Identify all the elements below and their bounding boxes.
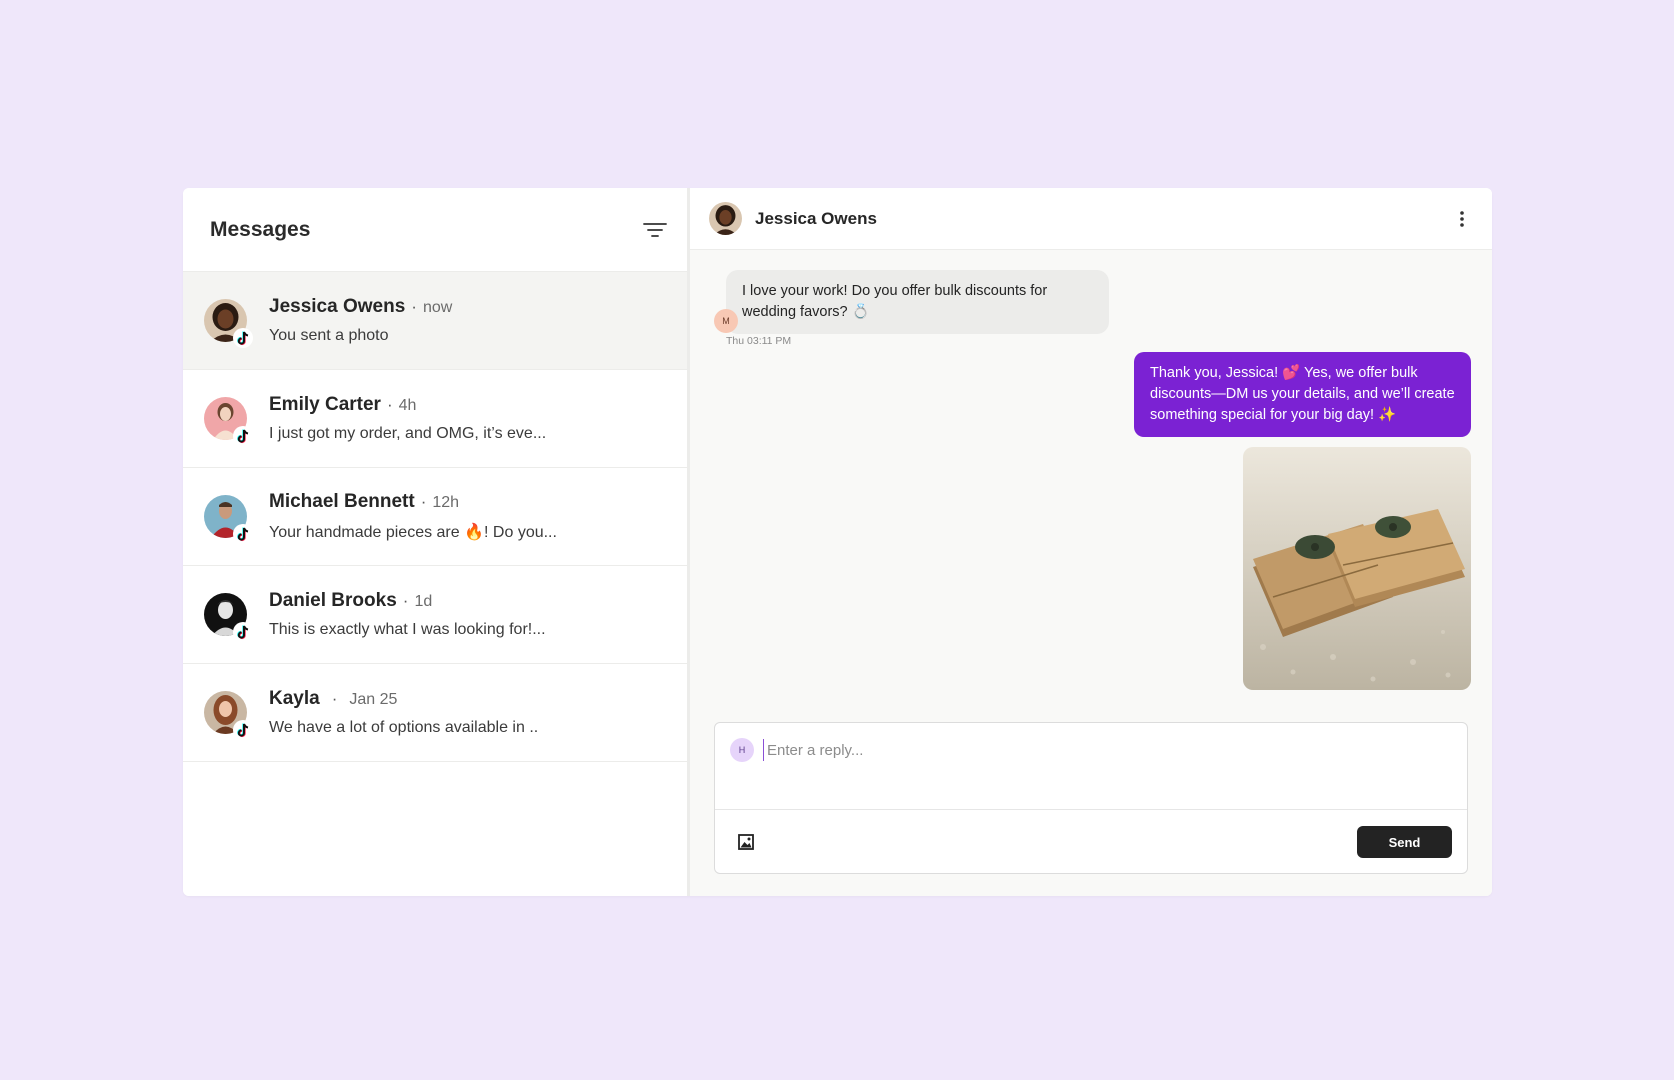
chat-header: Jessica Owens [690,188,1492,250]
conversation-item-jessica-owens[interactable]: Jessica Owens · now You sent a photo [183,272,687,370]
message-preview: This is exactly what I was looking for!.… [269,621,546,638]
separator-dot: · [386,395,393,414]
chat-contact-name: Jessica Owens [755,208,877,228]
outgoing-message: Thank you, Jessica! 💕 Yes, we offer bulk… [1134,352,1471,437]
avatar [709,202,742,235]
conversation-text: Michael Bennett · 12h Your handmade piec… [269,491,557,542]
separator-dot: · [420,492,427,511]
avatar [204,593,253,642]
tiktok-icon [233,720,253,740]
tiktok-icon [233,426,253,446]
message-timestamp: Thu 03:11 PM [726,335,792,347]
contact-name: Kayla [269,688,320,709]
contact-name: Michael Bennett [269,491,415,512]
filter-button[interactable] [642,220,668,240]
incoming-message: I love your work! Do you offer bulk disc… [726,270,1109,334]
contact-name: Daniel Brooks [269,590,397,611]
message-preview: I just got my order, and OMG, it’s eve..… [269,425,547,442]
send-button[interactable]: Send [1357,826,1452,858]
image-icon [738,834,754,850]
conversation-item-kayla[interactable]: Kayla · Jan 25 We have a lot of options … [183,664,687,762]
avatar [204,299,253,348]
page-title: Messages [210,217,311,241]
more-options-button[interactable] [1452,207,1472,231]
conversation-item-michael-bennett[interactable]: Michael Bennett · 12h Your handmade piec… [183,468,687,566]
sent-photo[interactable] [1243,447,1471,690]
separator-dot: · [331,689,338,708]
filter-icon [643,222,667,237]
avatar [204,495,253,544]
reply-input[interactable] [763,739,1443,761]
avatar [204,397,253,446]
message-preview: We have a lot of options available in .. [269,719,539,736]
avatar [204,691,253,740]
message-time: Jan 25 [349,691,398,708]
separator-dot: · [411,297,417,316]
tiktok-icon [233,328,253,348]
contact-name: Emily Carter [269,394,381,415]
contact-name: Jessica Owens [269,296,406,317]
avatar: H [730,738,754,762]
conversation-text: Jessica Owens · now You sent a photo [269,296,452,345]
attach-image-button[interactable] [737,833,755,851]
message-preview: Your handmade pieces are 🔥! Do you... [269,524,557,541]
tiktok-icon [233,524,253,544]
message-time: 12h [432,494,460,511]
conversation-text: Emily Carter · 4h I just got my order, a… [269,394,546,443]
chat-panel: Jessica Owens I love your work! Do you o… [690,188,1492,896]
avatar: M [714,309,738,333]
conversation-text: Daniel Brooks · 1d This is exactly what … [269,590,546,639]
more-vertical-icon [1460,210,1464,227]
message-time: 4h [398,397,417,414]
tiktok-icon [233,622,253,642]
conversation-item-daniel-brooks[interactable]: Daniel Brooks · 1d This is exactly what … [183,566,687,664]
separator-dot: · [402,591,409,610]
message-time: now [422,299,453,316]
message-time: 1d [414,593,433,610]
conversation-item-emily-carter[interactable]: Emily Carter · 4h I just got my order, a… [183,370,687,468]
conversation-list-header: Messages [183,188,687,272]
message-preview: You sent a photo [269,327,389,344]
reply-composer: H Send [714,722,1468,874]
messages-app: Messages Jessica Owens · now You sent a … [183,188,1492,896]
conversation-text: Kayla · Jan 25 We have a lot of options … [269,688,538,737]
conversation-list-panel: Messages Jessica Owens · now You sent a … [183,188,690,896]
